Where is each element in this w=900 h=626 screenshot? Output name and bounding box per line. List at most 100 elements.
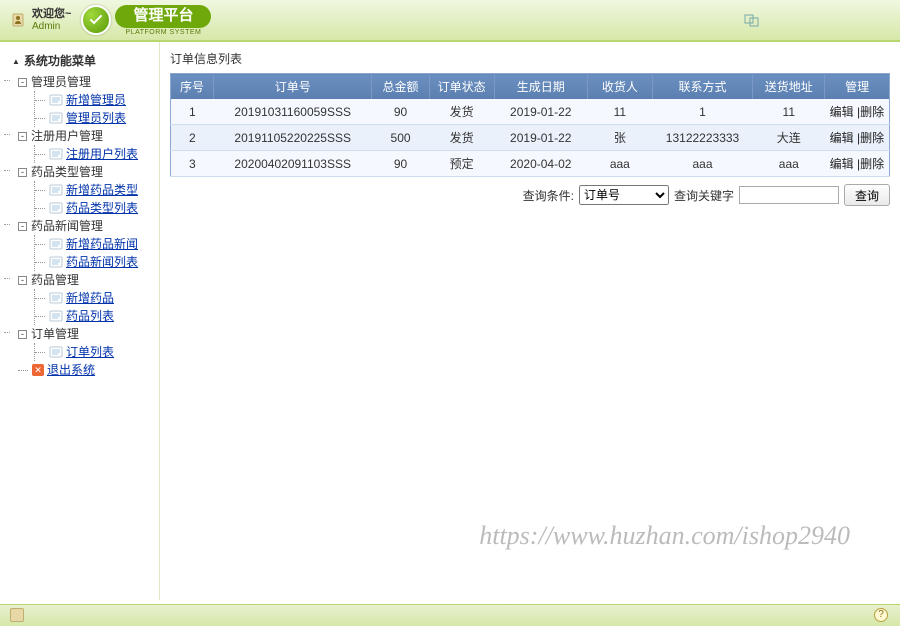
cell: 11 bbox=[753, 99, 825, 125]
logo-icon bbox=[81, 5, 111, 35]
page-icon bbox=[49, 310, 63, 322]
delete-link[interactable]: 删除 bbox=[860, 105, 884, 119]
search-keyword-input[interactable] bbox=[739, 186, 839, 204]
tree-link[interactable]: 管理员列表 bbox=[66, 109, 126, 127]
edit-link[interactable]: 编辑 bbox=[830, 157, 854, 171]
tree-folder[interactable]: 注册用户管理 bbox=[31, 129, 103, 143]
cell: 90 bbox=[372, 151, 430, 177]
help-icon[interactable]: ? bbox=[874, 608, 888, 622]
cell: 13122223333 bbox=[652, 125, 753, 151]
col-header: 联系方式 bbox=[652, 74, 753, 100]
expand-icon[interactable]: - bbox=[18, 78, 27, 87]
page-icon bbox=[49, 292, 63, 304]
cell: 大连 bbox=[753, 125, 825, 151]
col-header: 管理 bbox=[825, 74, 890, 100]
tree-folder[interactable]: 药品新闻管理 bbox=[31, 219, 103, 233]
delete-link[interactable]: 删除 bbox=[860, 131, 884, 145]
order-table: 序号订单号总金额订单状态生成日期收货人联系方式送货地址管理 1 201910311… bbox=[170, 73, 890, 177]
brand-sub: PLATFORM SYSTEM bbox=[115, 29, 211, 36]
expand-icon[interactable]: - bbox=[18, 222, 27, 231]
searchbar: 查询条件: 订单号 查询关键字 查询 bbox=[170, 184, 890, 206]
page-icon bbox=[49, 112, 63, 124]
footer-left-icon[interactable] bbox=[10, 608, 24, 622]
cell: aaa bbox=[652, 151, 753, 177]
edit-link[interactable]: 编辑 bbox=[830, 105, 854, 119]
tree-link[interactable]: 注册用户列表 bbox=[66, 145, 138, 163]
cell: 2019-01-22 bbox=[494, 125, 587, 151]
cell: 2 bbox=[171, 125, 214, 151]
tree-exit[interactable]: ✕退出系统 bbox=[18, 361, 155, 379]
welcome-box: 欢迎您~ Admin bbox=[10, 8, 71, 31]
edit-link[interactable]: 编辑 bbox=[830, 131, 854, 145]
sidebar: 系统功能菜单 -管理员管理新增管理员管理员列表-注册用户管理注册用户列表-药品类… bbox=[0, 42, 160, 600]
cell: aaa bbox=[753, 151, 825, 177]
table-row: 320200402091103SSS90预定2020-04-02aaaaaaaa… bbox=[171, 151, 890, 177]
tree-folder[interactable]: 药品管理 bbox=[31, 273, 79, 287]
tree-link[interactable]: 药品类型列表 bbox=[66, 199, 138, 217]
tree-link[interactable]: 药品列表 bbox=[66, 307, 114, 325]
page-icon bbox=[49, 94, 63, 106]
cell: 90 bbox=[372, 99, 430, 125]
topbar: 欢迎您~ Admin 管理平台 PLATFORM SYSTEM bbox=[0, 0, 900, 42]
col-header: 收货人 bbox=[587, 74, 652, 100]
tree-leaf[interactable]: 新增药品 bbox=[35, 289, 155, 307]
tree-link[interactable]: 订单列表 bbox=[66, 343, 114, 361]
cell: 预定 bbox=[429, 151, 494, 177]
cell-actions: 编辑 |删除 bbox=[825, 151, 890, 177]
tree-leaf[interactable]: 订单列表 bbox=[35, 343, 155, 361]
window-icon[interactable] bbox=[744, 14, 760, 28]
col-header: 序号 bbox=[171, 74, 214, 100]
search-field-label: 查询条件: bbox=[523, 187, 574, 204]
cell: 2019-01-22 bbox=[494, 99, 587, 125]
tree-leaf[interactable]: 新增药品新闻 bbox=[35, 235, 155, 253]
tree-link[interactable]: 药品新闻列表 bbox=[66, 253, 138, 271]
tree-link[interactable]: 新增药品新闻 bbox=[66, 235, 138, 253]
footer: ? bbox=[0, 604, 900, 626]
tree-leaf[interactable]: 药品新闻列表 bbox=[35, 253, 155, 271]
tree-folder[interactable]: 药品类型管理 bbox=[31, 165, 103, 179]
cell: 20191031160059SSS bbox=[214, 99, 372, 125]
cell: 发货 bbox=[429, 125, 494, 151]
page-icon bbox=[49, 256, 63, 268]
tree-root: 系统功能菜单 bbox=[12, 52, 155, 69]
cell: 1 bbox=[652, 99, 753, 125]
cell: 2020-04-02 bbox=[494, 151, 587, 177]
cell-actions: 编辑 |删除 bbox=[825, 99, 890, 125]
tree-leaf[interactable]: 新增管理员 bbox=[35, 91, 155, 109]
col-header: 订单号 bbox=[214, 74, 372, 100]
expand-icon[interactable]: - bbox=[18, 276, 27, 285]
panel-title: 订单信息列表 bbox=[170, 50, 890, 67]
tree-folder[interactable]: 订单管理 bbox=[31, 327, 79, 341]
expand-icon[interactable]: - bbox=[18, 168, 27, 177]
cell: 20200402091103SSS bbox=[214, 151, 372, 177]
tree-leaf[interactable]: 药品列表 bbox=[35, 307, 155, 325]
tree-leaf[interactable]: 药品类型列表 bbox=[35, 199, 155, 217]
col-header: 总金额 bbox=[372, 74, 430, 100]
tree-leaf[interactable]: 管理员列表 bbox=[35, 109, 155, 127]
search-field-select[interactable]: 订单号 bbox=[579, 185, 669, 205]
cell: 20191105220225SSS bbox=[214, 125, 372, 151]
welcome-user: Admin bbox=[32, 21, 71, 32]
cell: 500 bbox=[372, 125, 430, 151]
tree-leaf[interactable]: 新增药品类型 bbox=[35, 181, 155, 199]
expand-icon[interactable]: - bbox=[18, 132, 27, 141]
cell-actions: 编辑 |删除 bbox=[825, 125, 890, 151]
col-header: 送货地址 bbox=[753, 74, 825, 100]
page-icon bbox=[49, 148, 63, 160]
page-icon bbox=[49, 202, 63, 214]
col-header: 生成日期 bbox=[494, 74, 587, 100]
search-button[interactable]: 查询 bbox=[844, 184, 890, 206]
tree-folder[interactable]: 管理员管理 bbox=[31, 75, 91, 89]
tree-link[interactable]: 新增管理员 bbox=[66, 91, 126, 109]
delete-link[interactable]: 删除 bbox=[860, 157, 884, 171]
col-header: 订单状态 bbox=[429, 74, 494, 100]
cell: 张 bbox=[587, 125, 652, 151]
tree-link[interactable]: 新增药品类型 bbox=[66, 181, 138, 199]
tree-leaf[interactable]: 注册用户列表 bbox=[35, 145, 155, 163]
tree-link[interactable]: 新增药品 bbox=[66, 289, 114, 307]
cell: 3 bbox=[171, 151, 214, 177]
expand-icon[interactable]: - bbox=[18, 330, 27, 339]
page-icon bbox=[49, 346, 63, 358]
cell: aaa bbox=[587, 151, 652, 177]
tree-link[interactable]: 退出系统 bbox=[47, 361, 95, 379]
